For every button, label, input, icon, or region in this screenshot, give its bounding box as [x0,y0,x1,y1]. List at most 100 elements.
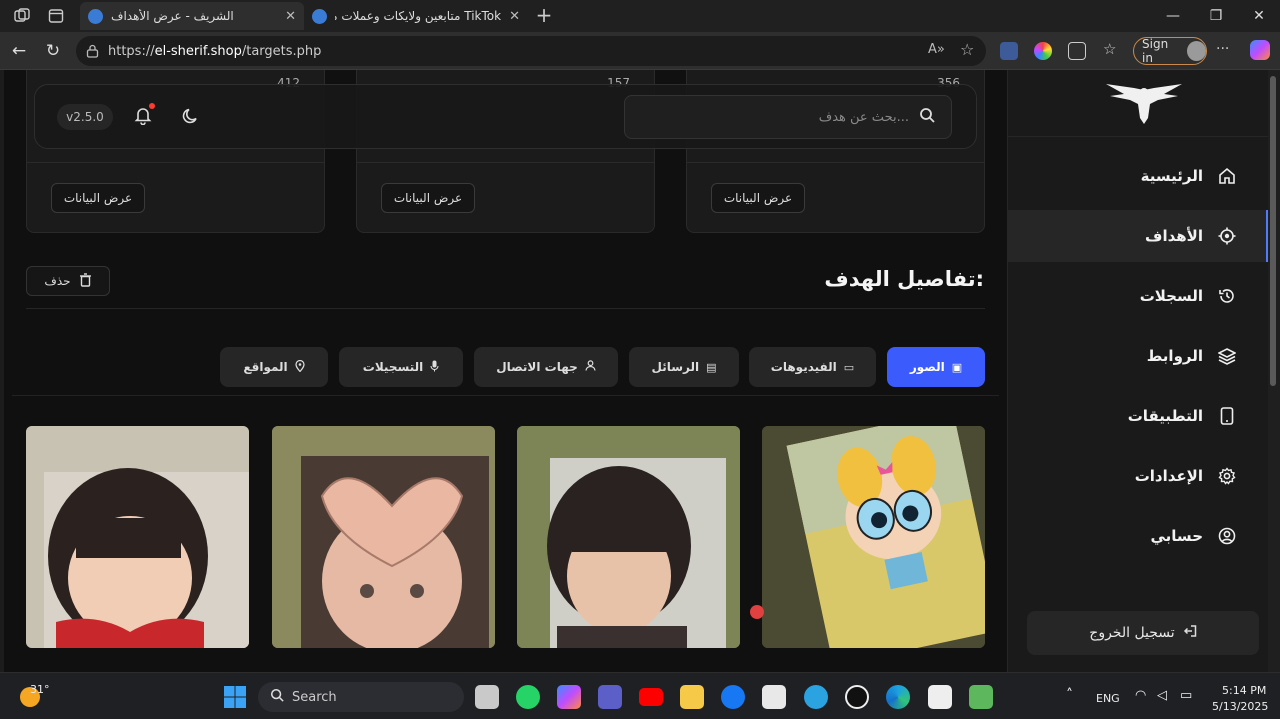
copilot-app-icon[interactable] [557,685,581,709]
url-field[interactable]: https://el-sherif.shop/targets.php A» ☆ [76,36,986,66]
start-windows-icon[interactable] [223,685,247,709]
tab-recordings[interactable]: التسجيلات [339,347,463,387]
taskbar-search[interactable]: Search [258,682,464,712]
facebook-icon[interactable] [721,685,745,709]
scrollbar-thumb[interactable] [1270,76,1276,386]
minimize-icon[interactable]: — [1150,0,1196,32]
photo-thumbnail[interactable] [762,426,985,648]
tiktok-icon[interactable] [845,685,869,709]
photo-thumbnail[interactable] [26,426,249,648]
restore-icon[interactable]: ❐ [1193,0,1239,32]
mic-icon [430,360,439,375]
browser-tab-active[interactable]: الشريف - عرض الأهداف ✕ [80,2,304,30]
address-toolbar: ← ↻ https://el-sherif.shop/targets.php A… [0,32,1280,70]
notifications-bell-icon[interactable] [133,103,155,127]
youtube-icon[interactable] [639,688,663,706]
wifi-icon[interactable]: ◠ [1135,688,1146,703]
logout-label: تسجيل الخروج [1089,625,1175,641]
logout-button[interactable]: تسجيل الخروج [1027,611,1259,655]
delete-button[interactable]: حذف [26,266,110,296]
taskbar-search-label: Search [292,689,337,705]
sidebar-divider [1008,136,1268,137]
tab-label: الفيديوهات [770,360,837,374]
file-explorer-icon[interactable] [680,685,704,709]
extensions-icon[interactable] [1068,42,1086,60]
view-data-button[interactable]: عرض البيانات [51,183,145,213]
tab-photos[interactable]: الصور ▣ [887,347,985,387]
sign-in-button[interactable]: Sign in [1133,37,1207,65]
dark-mode-moon-icon[interactable] [181,106,203,128]
page-title: تفاصيل الهدف: [824,267,984,291]
windows-taskbar: 31° Search ˄ ENG ◠ ◁ ▭ 5:14 PM 5/13/2025 [0,672,1280,719]
layers-icon [1217,346,1237,366]
history-icon [1217,286,1237,306]
tab-locations[interactable]: المواقع [220,347,328,387]
weather-temp: 31° [30,683,50,696]
whatsapp-icon[interactable] [516,685,540,709]
task-view-icon[interactable] [475,685,499,709]
edge-browser-icon[interactable] [886,685,910,709]
shield-extension-icon[interactable] [1000,42,1018,60]
read-aloud-icon[interactable]: A» [928,42,945,57]
sidebar-item-settings[interactable]: الإعدادات [1008,450,1268,502]
close-window-icon[interactable]: ✕ [1236,0,1280,32]
tab-title: الشريف - عرض الأهداف [111,9,234,23]
sidebar-item-account[interactable]: حسابي [1008,510,1268,562]
clock-date[interactable]: 5/13/2025 [1212,700,1268,713]
tab-label: المواقع [243,360,288,374]
url-path: /targets.php [241,43,322,59]
sidebar-item-logs[interactable]: السجلات [1008,270,1268,322]
close-tab-icon[interactable]: ✕ [285,9,296,24]
url-prefix: https:// [108,43,155,59]
telegram-icon[interactable] [804,685,828,709]
record-indicator-dot [750,605,764,619]
search-input[interactable]: بحث عن هدف... [624,95,952,139]
top-header: بحث عن هدف... v2.5.0 [34,84,977,149]
tab-actions-icon[interactable] [46,6,66,26]
avatar [1186,41,1206,61]
video-icon: ▭ [843,360,855,374]
refresh-icon[interactable]: ↻ [43,41,63,61]
sidebar-item-home[interactable]: الرئيسية [1008,150,1268,202]
volume-icon[interactable]: ◁ [1157,688,1167,703]
store-icon[interactable] [762,685,786,709]
favorites-icon[interactable]: ☆ [1103,40,1121,58]
language-indicator[interactable]: ENG [1096,692,1120,705]
color-extension-icon[interactable] [1034,42,1052,60]
network-tool-icon[interactable] [969,685,993,709]
copilot-icon[interactable] [1250,40,1270,60]
tray-chevron-icon[interactable]: ˄ [1066,687,1073,703]
tab-videos[interactable]: الفيديوهات ▭ [749,347,876,387]
tab-messages[interactable]: الرسائل ▤ [629,347,739,387]
battery-icon[interactable]: ▭ [1180,688,1192,703]
back-icon[interactable]: ← [9,41,29,61]
clock-time[interactable]: 5:14 PM [1222,684,1266,697]
new-tab-icon[interactable]: + [534,3,554,27]
target-icon [1217,226,1237,246]
tabs-divider [12,395,999,396]
search-icon [270,688,284,706]
sidebar-item-label: الإعدادات [1134,467,1203,485]
view-data-button[interactable]: عرض البيانات [711,183,805,213]
sidebar-item-apps[interactable]: التطبيقات [1008,390,1268,442]
workspaces-icon[interactable] [12,6,32,26]
sidebar-item-targets[interactable]: الأهداف [1008,210,1268,262]
url-host: el-sherif.shop [154,43,242,59]
view-data-button[interactable]: عرض البيانات [381,183,475,213]
user-icon [585,360,596,374]
sidebar-item-label: الرئيسية [1140,167,1203,185]
sidebar-item-links[interactable]: الروابط [1008,330,1268,382]
photo-thumbnail[interactable] [272,426,495,648]
tab-contacts[interactable]: جهات الاتصال [474,347,618,387]
trash-icon [79,272,92,290]
photo-thumbnail[interactable] [517,426,740,648]
close-tab-icon[interactable]: ✕ [509,9,520,24]
teams-icon[interactable] [598,685,622,709]
favorite-star-icon[interactable]: ☆ [960,40,974,59]
browser-tabbar: الشريف - عرض الأهداف ✕ TikTok متابعين ول… [0,0,1280,32]
site-favicon-icon [312,8,327,24]
sign-in-label: Sign in [1142,37,1169,65]
capcut-icon[interactable] [928,685,952,709]
browser-tab[interactable]: TikTok متابعين ولايكات وعملات مجاناً ✕ [304,2,528,30]
more-options-icon[interactable]: ··· [1216,41,1234,59]
